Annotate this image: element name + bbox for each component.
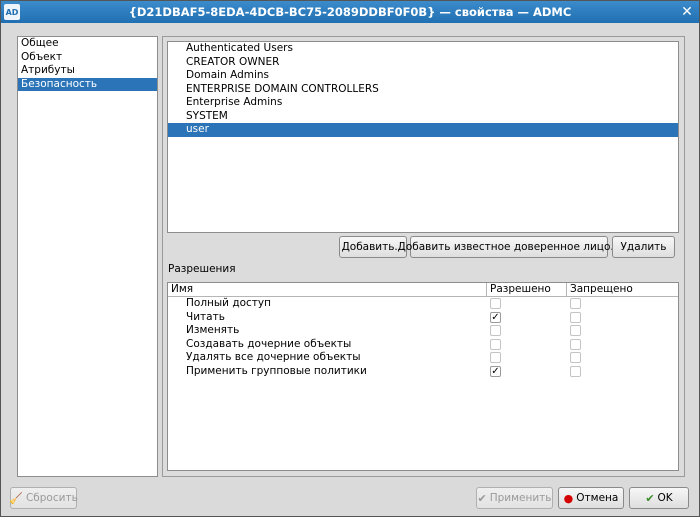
allow-checkbox[interactable] <box>490 352 501 364</box>
check-icon: ✔ <box>477 491 487 505</box>
permission-name: Удалять все дочерние объекты <box>186 351 361 364</box>
close-icon[interactable]: ✕ <box>679 4 695 20</box>
permissions-label: Разрешения <box>168 263 236 275</box>
permission-row: Удалять все дочерние объекты <box>168 351 678 365</box>
app-icon: AD <box>4 4 20 20</box>
allow-checkbox[interactable] <box>490 325 501 337</box>
nav-item-security[interactable]: Безопасность <box>18 77 157 91</box>
permission-row: Создавать дочерние объекты <box>168 338 678 352</box>
reset-label: Сбросить <box>25 492 78 504</box>
principal-item[interactable]: Authenticated Users <box>168 42 678 56</box>
principal-item-selected[interactable]: user <box>168 123 678 137</box>
deny-checkbox[interactable] <box>570 338 581 350</box>
permission-row: Изменять <box>168 324 678 338</box>
title-bar[interactable]: AD {D21DBAF5-8EDA-4DCB-BC75-2089DDBF0F0B… <box>1 1 699 23</box>
permissions-table: Имя Разрешено Запрещено Полный доступ Чит… <box>167 282 679 471</box>
deny-checkbox[interactable] <box>570 298 581 309</box>
permissions-header: Имя Разрешено Запрещено <box>168 283 678 297</box>
ok-label: OK <box>657 492 673 504</box>
properties-window: AD {D21DBAF5-8EDA-4DCB-BC75-2089DDBF0F0B… <box>0 0 700 517</box>
principal-item[interactable]: Enterprise Admins <box>168 96 678 110</box>
remove-button[interactable]: Удалить <box>612 236 675 258</box>
stop-icon: ● <box>563 491 574 505</box>
permission-row: Полный доступ <box>168 297 678 311</box>
deny-checkbox[interactable] <box>570 365 581 377</box>
category-list: Общее Объект Атрибуты Безопасность <box>17 36 158 477</box>
permission-name: Создавать дочерние объекты <box>186 337 352 350</box>
cancel-label: Отмена <box>576 492 619 504</box>
security-panel: Authenticated Users CREATOR OWNER Domain… <box>162 36 685 477</box>
reset-button[interactable]: 🧹 Сбросить <box>9 487 78 509</box>
permission-name: Читать <box>186 310 225 323</box>
principal-item[interactable]: ENTERPRISE DOMAIN CONTROLLERS <box>168 83 678 97</box>
column-denied[interactable]: Запрещено <box>567 283 633 297</box>
nav-item-object[interactable]: Объект <box>18 51 157 65</box>
deny-checkbox[interactable] <box>570 311 581 323</box>
window-title: {D21DBAF5-8EDA-4DCB-BC75-2089DDBF0F0B} —… <box>128 5 572 19</box>
principal-item[interactable]: SYSTEM <box>168 110 678 124</box>
column-allowed[interactable]: Разрешено <box>487 283 551 297</box>
allow-checkbox[interactable]: ✓ <box>490 311 501 323</box>
apply-button[interactable]: ✔ Применить <box>476 487 553 509</box>
ok-button[interactable]: ✔ OK <box>629 487 689 509</box>
allow-checkbox[interactable] <box>490 338 501 350</box>
apply-label: Применить <box>489 492 552 504</box>
deny-checkbox[interactable] <box>570 352 581 364</box>
permission-name: Изменять <box>186 324 240 337</box>
permission-name: Применить групповые политики <box>186 364 367 377</box>
permission-row: Читать ✓ <box>168 311 678 325</box>
allow-checkbox[interactable] <box>490 298 501 309</box>
nav-item-attributes[interactable]: Атрибуты <box>18 64 157 78</box>
permission-name: Полный доступ <box>186 297 271 309</box>
ok-icon: ✔ <box>645 491 655 505</box>
nav-item-general[interactable]: Общее <box>18 37 157 51</box>
cancel-button[interactable]: ● Отмена <box>558 487 624 509</box>
permission-row: Применить групповые политики ✓ <box>168 365 678 379</box>
principal-item[interactable]: CREATOR OWNER <box>168 56 678 70</box>
allow-checkbox[interactable]: ✓ <box>490 365 501 377</box>
broom-icon: 🧹 <box>9 491 23 505</box>
column-name[interactable]: Имя <box>168 283 193 297</box>
principal-list: Authenticated Users CREATOR OWNER Domain… <box>167 41 679 233</box>
add-trusted-button[interactable]: Добавить известное доверенное лицо... <box>398 236 620 258</box>
deny-checkbox[interactable] <box>570 325 581 337</box>
principal-item[interactable]: Domain Admins <box>168 69 678 83</box>
permissions-rows: Полный доступ Читать ✓ Изменять Создавать до… <box>168 297 678 379</box>
